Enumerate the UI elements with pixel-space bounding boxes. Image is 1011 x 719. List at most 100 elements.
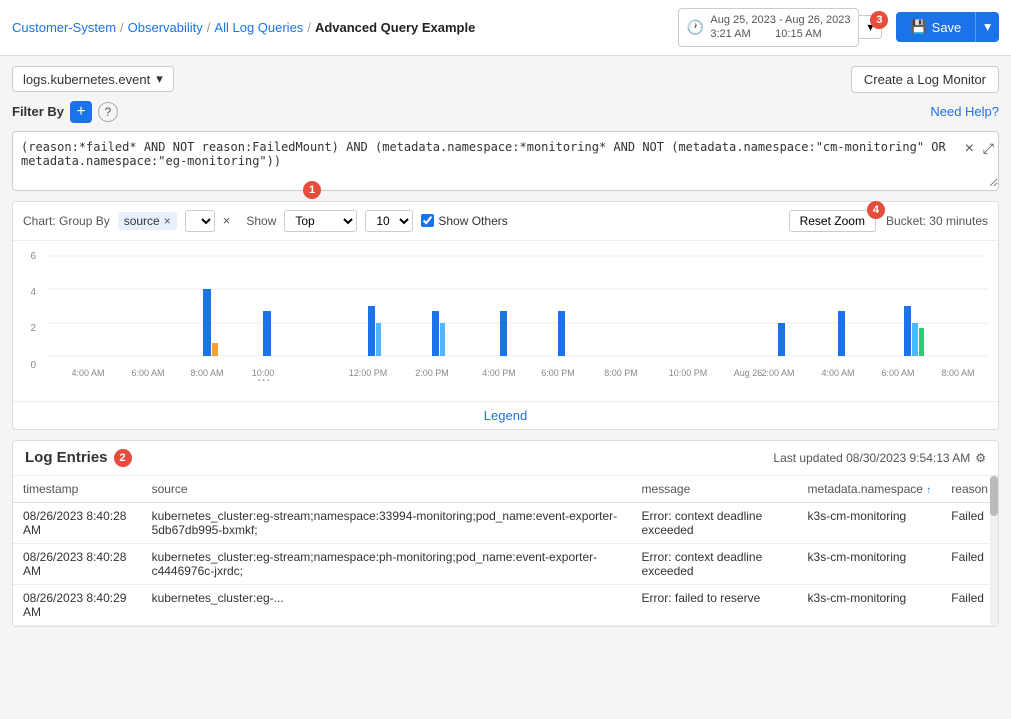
log-source-selector[interactable]: logs.kubernetes.event ▾ [12, 66, 174, 92]
log-entries-header: Log Entries 2 Last updated 08/30/2023 9:… [13, 441, 998, 476]
cell-source-2: kubernetes_cluster:eg-stream;namespace:p… [142, 543, 632, 584]
save-button-group: 💾 Save ▾ [896, 12, 999, 42]
query-resize-button[interactable]: ⤢ [983, 140, 994, 157]
show-others-checkbox-label: Show Others [421, 214, 507, 228]
scrollbar-thumb[interactable] [990, 476, 998, 516]
bar-8am-last-green [919, 328, 924, 356]
chart-dropdown-clear[interactable]: × [223, 213, 231, 228]
clock-icon: 🕐 [687, 19, 704, 36]
x-label-10am-2: AM [256, 378, 270, 381]
bucket-label: Bucket: 30 minutes [886, 214, 988, 228]
breadcrumb-sep-1: / [120, 20, 124, 35]
x-label-8am: 8:00 AM [190, 368, 223, 378]
chart-show-dropdown[interactable]: Top Bottom [284, 210, 357, 232]
datetime-badge: 3 [870, 11, 888, 29]
scrollbar-track [990, 476, 998, 626]
chart-section: Chart: Group By source × × Show Top Bott… [12, 201, 999, 430]
query-box-wrapper: × ⤢ 1 [12, 131, 999, 191]
chart-legend[interactable]: Legend [13, 401, 998, 429]
cell-message-3: Error: failed to reserve [632, 584, 798, 625]
breadcrumb: Customer-System / Observability / All Lo… [12, 20, 475, 35]
log-table-wrapper: timestamp source message metadata.namesp… [13, 476, 998, 626]
x-label-8am-26: 8:00 AM [941, 368, 974, 378]
cell-namespace-3: k3s-cm-monitoring [798, 584, 942, 625]
y-label-2: 2 [30, 323, 36, 334]
y-label-0: 0 [30, 360, 36, 371]
y-label-4: 4 [30, 287, 36, 298]
query-clear-button[interactable]: × [965, 140, 974, 158]
sort-icon: ↑ [926, 485, 931, 496]
cell-message-1: Error: context deadline exceeded [632, 502, 798, 543]
col-message[interactable]: message [632, 476, 798, 503]
col-timestamp[interactable]: timestamp [13, 476, 142, 503]
add-filter-button[interactable]: + [70, 101, 92, 123]
tag-chip-label: source [124, 214, 160, 228]
cell-source-1: kubernetes_cluster:eg-stream;namespace:3… [142, 502, 632, 543]
tag-chip-remove[interactable]: × [164, 214, 171, 228]
bar-2pm-lblue [376, 323, 381, 356]
cell-timestamp-1: 08/26/2023 8:40:28 AM [13, 502, 142, 543]
chart-right-controls: Reset Zoom 4 Bucket: 30 minutes [789, 210, 988, 232]
chart-svg-wrapper: 4:00 AM 6:00 AM 8:00 AM 10:00 AM 12:00 P… [48, 251, 988, 381]
bar-6pm-blue [500, 311, 507, 356]
log-entries-badge: 2 [114, 449, 132, 467]
end-time: 10:15 AM [775, 28, 821, 40]
x-label-2pm: 2:00 PM [415, 368, 449, 378]
log-entries-title: Log Entries 2 [25, 449, 132, 467]
bar-10am-blue [263, 311, 271, 356]
breadcrumb-item-3[interactable]: All Log Queries [214, 20, 303, 35]
bar-4pm-blue [432, 311, 439, 356]
y-axis: 6 4 2 0 [13, 251, 38, 371]
log-source-dropdown-icon: ▾ [156, 71, 163, 87]
bar-8pm-blue [558, 311, 565, 356]
breadcrumb-sep-2: / [207, 20, 211, 35]
log-table: timestamp source message metadata.namesp… [13, 476, 998, 626]
breadcrumb-item-1[interactable]: Customer-System [12, 20, 116, 35]
log-source-bar: logs.kubernetes.event ▾ Create a Log Mon… [12, 66, 999, 93]
log-table-head: timestamp source message metadata.namesp… [13, 476, 998, 503]
bar-4pm-lblue [440, 323, 445, 356]
cell-namespace-2: k3s-cm-monitoring [798, 543, 942, 584]
save-dropdown-button[interactable]: ▾ [975, 12, 999, 42]
bar-group1-blue [203, 289, 211, 356]
cell-source-3: kubernetes_cluster:eg-... [142, 584, 632, 625]
x-label-4am-26: 4:00 AM [821, 368, 854, 378]
help-icon[interactable]: ? [98, 102, 118, 122]
x-label-4am: 4:00 AM [71, 368, 104, 378]
chart-group-by-label: Chart: Group By [23, 214, 110, 228]
cell-timestamp-3: 08/26/2023 8:40:29 AM [13, 584, 142, 625]
datetime-range[interactable]: 🕐 Aug 25, 2023 - Aug 26, 2023 3:21 AM 10… [678, 8, 860, 47]
chart-badge: 4 [867, 201, 885, 219]
filter-row: Filter By + ? Need Help? [12, 101, 999, 123]
table-row: 08/26/2023 8:40:28 AM kubernetes_cluster… [13, 502, 998, 543]
start-date: Aug 25, 2023 - [710, 14, 782, 26]
settings-icon[interactable]: ⚙ [975, 451, 986, 465]
datetime-text: Aug 25, 2023 - Aug 26, 2023 3:21 AM 10:1… [710, 13, 850, 42]
col-namespace[interactable]: metadata.namespace ↑ [798, 476, 942, 503]
header-right: 🕐 Aug 25, 2023 - Aug 26, 2023 3:21 AM 10… [678, 8, 999, 47]
save-button[interactable]: 💾 Save [896, 12, 975, 42]
x-label-6am: 6:00 AM [131, 368, 164, 378]
chart-tag-dropdown[interactable] [185, 210, 215, 232]
bar-2pm-blue [368, 306, 375, 356]
show-others-checkbox[interactable] [421, 214, 434, 227]
last-updated-text: Last updated 08/30/2023 9:54:13 AM [773, 451, 970, 465]
bar-8am-last-blue [904, 306, 911, 356]
log-entries-section: Log Entries 2 Last updated 08/30/2023 9:… [12, 440, 999, 627]
col-source[interactable]: source [142, 476, 632, 503]
last-updated: Last updated 08/30/2023 9:54:13 AM ⚙ [773, 451, 986, 465]
table-row: 08/26/2023 8:40:28 AM kubernetes_cluster… [13, 543, 998, 584]
chart-count-dropdown[interactable]: 10 5 20 [365, 210, 413, 232]
start-time: 3:21 AM [710, 28, 750, 40]
query-input[interactable] [13, 132, 998, 187]
x-label-10am: 10:00 [252, 368, 275, 378]
need-help-link[interactable]: Need Help? [930, 104, 999, 119]
x-label-6pm: 6:00 PM [541, 368, 575, 378]
table-row: 08/26/2023 8:40:29 AM kubernetes_cluster… [13, 584, 998, 625]
x-label-6am-26: 6:00 AM [881, 368, 914, 378]
create-log-monitor-button[interactable]: Create a Log Monitor [851, 66, 999, 93]
log-entries-label: Log Entries [25, 449, 108, 466]
x-label-4pm: 4:00 PM [482, 368, 516, 378]
breadcrumb-item-2[interactable]: Observability [128, 20, 203, 35]
reset-zoom-button[interactable]: Reset Zoom [789, 210, 876, 232]
